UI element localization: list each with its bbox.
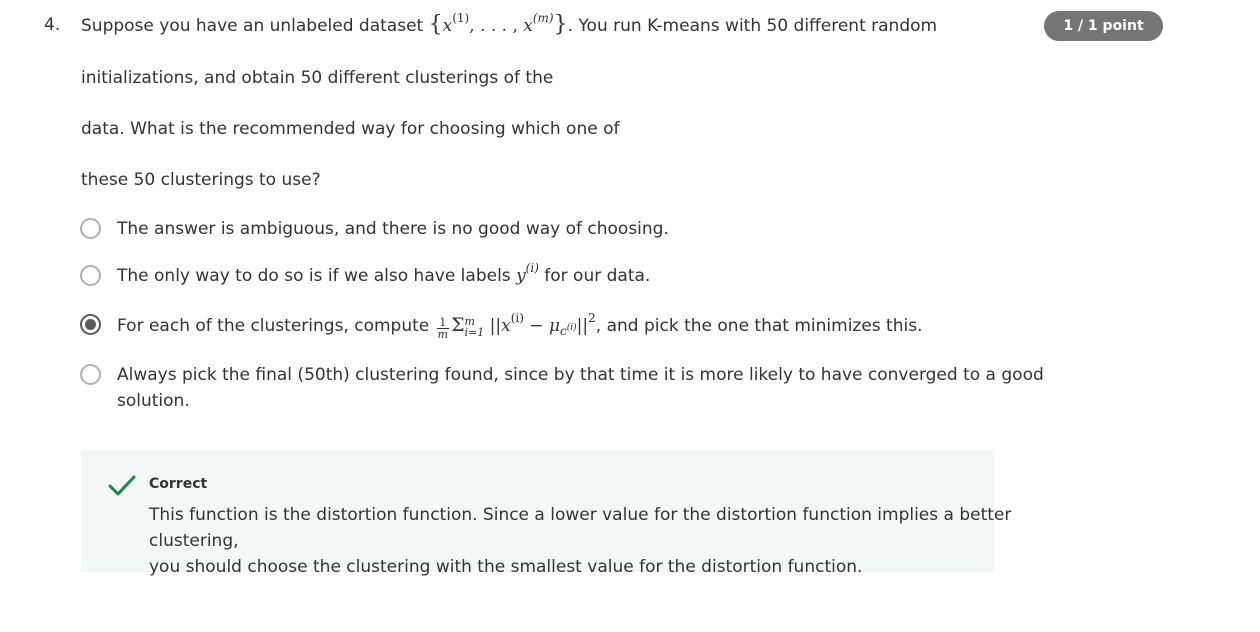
question-text-1-post: . You run K-means with 50 different rand… <box>567 16 938 36</box>
math-norm-close: || <box>576 316 589 336</box>
math-squared: 2 <box>588 311 596 325</box>
math-superscript-1: (1) <box>452 11 470 25</box>
feedback-panel: Correct This function is the distortion … <box>81 450 1011 577</box>
math-superscript-m: (m) <box>532 11 554 25</box>
option-3-text-post: , and pick the one that minimizes this. <box>595 316 923 336</box>
option-3-label: For each of the clusterings, compute 1mΣ… <box>117 312 922 340</box>
question-line-4: these 50 clusterings to use? <box>81 170 321 190</box>
points-badge: 1 / 1 point <box>1044 11 1163 41</box>
feedback-line-1: This function is the distortion function… <box>149 505 1012 551</box>
checkmark-icon <box>108 475 136 496</box>
subscript-superscript-i: (i) <box>566 323 577 333</box>
math-x: x <box>442 16 453 36</box>
math-x: x <box>501 316 511 336</box>
math-mu: μ <box>548 316 561 336</box>
math-superscript-i: (i) <box>525 261 539 275</box>
math-x-m: x <box>523 16 533 36</box>
fraction-denominator: m <box>437 328 449 341</box>
sum-lower-limit: i=1 <box>464 326 485 339</box>
option-1-label: The answer is ambiguous, and there is no… <box>117 219 669 239</box>
question-line-3: data. What is the recommended way for ch… <box>81 119 620 139</box>
feedback-explanation: This function is the distortion function… <box>149 502 1069 580</box>
math-superscript-i: (i) <box>510 311 524 325</box>
math-sum-symbol: Σ <box>451 314 465 336</box>
math-brace-open: { <box>428 12 443 37</box>
radio-button-option-1[interactable] <box>80 218 101 239</box>
math-fraction: 1m <box>436 317 450 341</box>
math-minus: − <box>523 316 549 336</box>
question-line-2: initializations, and obtain 50 different… <box>81 68 554 88</box>
math-ellipsis: , . . . , <box>469 16 524 36</box>
option-3-text-pre: For each of the clusterings, compute <box>117 316 435 336</box>
question-line-1: Suppose you have an unlabeled dataset {x… <box>81 11 938 37</box>
option-2-label: The only way to do so is if we also have… <box>117 261 651 289</box>
feedback-line-2: you should choose the clustering with th… <box>149 557 863 577</box>
math-brace-close: } <box>553 12 568 37</box>
question-number: 4. <box>44 15 61 35</box>
question-text-1: Suppose you have an unlabeled dataset <box>81 16 429 36</box>
radio-button-option-4[interactable] <box>80 364 101 385</box>
feedback-status: Correct <box>149 476 208 492</box>
math-y: y <box>516 266 526 286</box>
radio-button-option-2[interactable] <box>80 265 101 286</box>
math-subscript-c: c(i) <box>560 324 577 338</box>
subscript-c: c <box>560 324 567 338</box>
option-2-text-post: for our data. <box>538 266 651 286</box>
option-2-text-pre: The only way to do so is if we also have… <box>117 266 517 286</box>
radio-button-option-3-selected[interactable] <box>80 314 101 335</box>
option-4-label-line-1: Always pick the final (50th) clustering … <box>117 365 1044 385</box>
math-norm-open: || <box>484 316 502 336</box>
math-sum-limits: m i=1 <box>465 316 485 338</box>
option-4-label-line-2: solution. <box>117 391 190 411</box>
